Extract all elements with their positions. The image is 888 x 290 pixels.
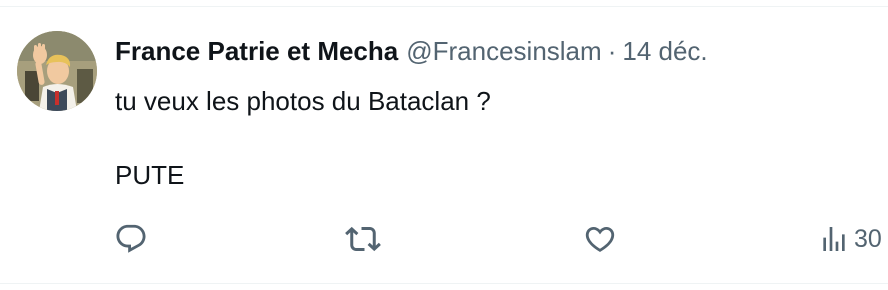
- retweet-icon: [345, 221, 381, 257]
- like-button[interactable]: [583, 219, 617, 259]
- tweet-date[interactable]: 14 déc.: [622, 36, 707, 66]
- tweet-actions: 30: [0, 219, 888, 259]
- tweet-text-line-2: PUTE: [115, 160, 185, 190]
- views-count: 30: [854, 224, 882, 253]
- reply-icon: [114, 222, 148, 256]
- display-name[interactable]: France Patrie et Mecha: [115, 36, 398, 66]
- retweet-button[interactable]: [345, 219, 381, 259]
- bar-chart-icon: [818, 222, 850, 256]
- heart-icon: [583, 222, 617, 256]
- tweet-header: France Patrie et Mecha @Francesinslam · 14 …: [115, 35, 708, 67]
- views-button[interactable]: 30: [818, 219, 882, 259]
- reply-button[interactable]: [114, 219, 148, 259]
- tweet-text-line-1: tu veux les photos du Bataclan ?: [115, 86, 491, 116]
- tweet[interactable]: France Patrie et Mecha @Francesinslam · 14 …: [0, 7, 888, 283]
- separator-dot: ·: [607, 36, 617, 66]
- bottom-divider: [0, 283, 888, 284]
- avatar-image: [17, 31, 97, 111]
- avatar[interactable]: [17, 31, 97, 111]
- user-handle[interactable]: @Francesinslam: [406, 36, 601, 66]
